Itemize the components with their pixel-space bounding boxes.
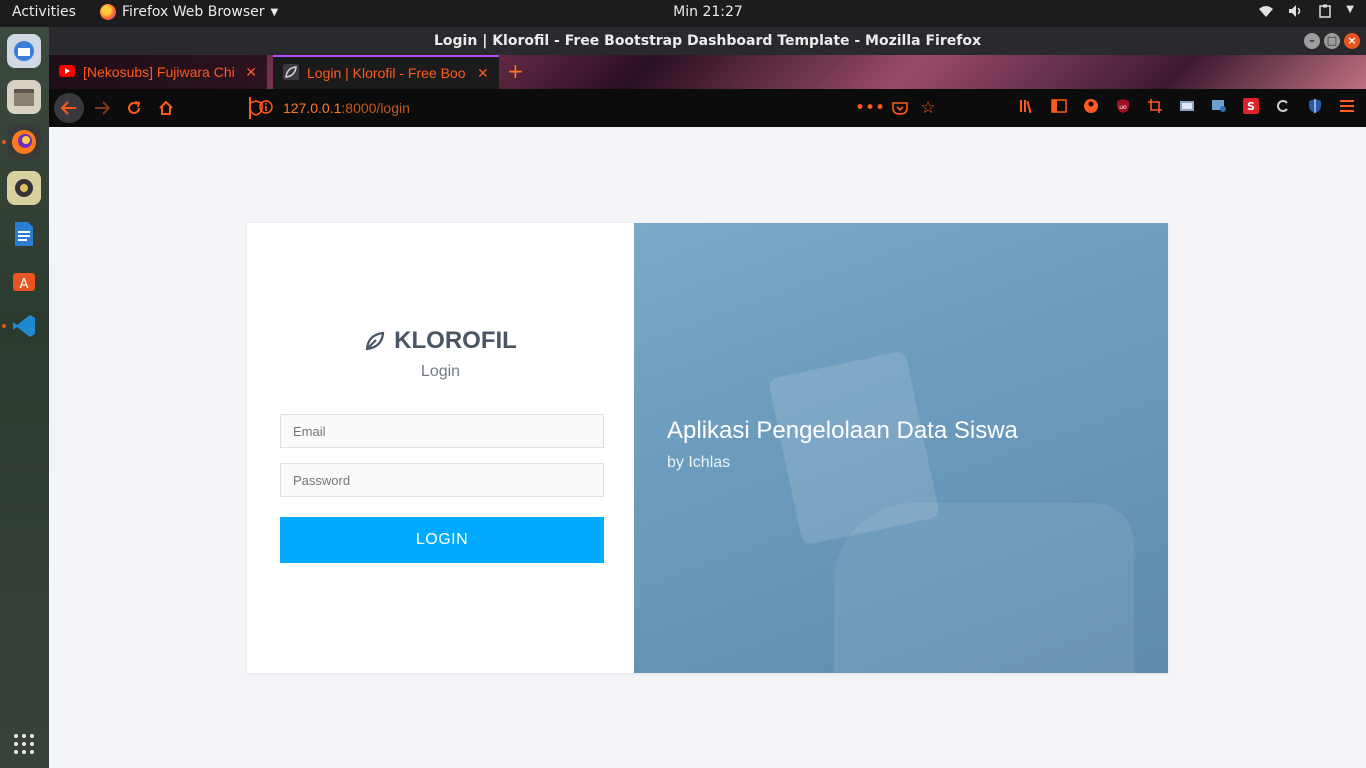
sidebar-icon[interactable] <box>1050 97 1068 115</box>
tab-title: Login | Klorofil - Free Boo <box>307 65 466 81</box>
site-info-icon[interactable] <box>259 99 273 117</box>
url-bar[interactable]: 127.0.0.1:8000/login <box>249 94 949 122</box>
svg-text:A: A <box>20 277 29 292</box>
hero-panel: Aplikasi Pengelolaan Data Siswa by Ichla… <box>634 223 1168 673</box>
background-photo-arm <box>834 503 1134 673</box>
ubuntu-dock: A <box>0 27 49 768</box>
arrow-left-icon <box>61 101 76 115</box>
url-path: :8000/login <box>341 100 410 116</box>
maximize-button[interactable]: □ <box>1324 33 1340 49</box>
active-indicator <box>2 324 6 328</box>
activities-button[interactable]: Activities <box>12 4 76 20</box>
password-field[interactable] <box>280 463 604 497</box>
login-card: KLOROFIL Login LOGIN Aplikasi Pengelolaa… <box>247 223 1168 673</box>
translate-icon[interactable] <box>1210 97 1228 115</box>
close-button[interactable]: × <box>1344 33 1360 49</box>
reload-button[interactable] <box>123 97 145 119</box>
new-tab-button[interactable]: + <box>507 61 524 81</box>
home-icon <box>159 100 173 115</box>
klorofil-leaf-icon <box>283 63 299 83</box>
show-applications-icon[interactable] <box>7 727 41 761</box>
hero-byline: by Ichlas <box>667 454 731 471</box>
hero-heading: Aplikasi Pengelolaan Data Siswa <box>667 417 1018 444</box>
refresh-extension-icon[interactable] <box>1274 97 1292 115</box>
system-tray[interactable]: ▼ <box>1258 4 1354 22</box>
window-title: Login | Klorofil - Free Bootstrap Dashbo… <box>434 33 981 49</box>
svg-text:uo: uo <box>1119 104 1127 111</box>
volume-icon[interactable] <box>1288 4 1304 22</box>
home-button[interactable] <box>155 97 177 119</box>
window-titlebar: Login | Klorofil - Free Bootstrap Dashbo… <box>49 27 1366 55</box>
svg-text:S: S <box>1247 100 1255 113</box>
login-button[interactable]: LOGIN <box>280 517 604 563</box>
youtube-icon <box>59 64 75 80</box>
url-divider <box>249 97 251 119</box>
gnome-top-bar: Activities Firefox Web Browser ▼ Min 21:… <box>0 0 1366 27</box>
chevron-down-icon[interactable]: ▼ <box>1346 4 1354 22</box>
leaf-icon <box>365 331 385 351</box>
files-icon[interactable] <box>7 80 41 114</box>
vscode-icon[interactable] <box>7 309 41 343</box>
library-icon[interactable] <box>1018 97 1036 115</box>
tab-youtube[interactable]: [Nekosubs] Fujiwara Chi ✕ <box>49 55 267 89</box>
hamburger-menu-icon[interactable] <box>1338 97 1356 115</box>
pocket-icon[interactable] <box>889 97 911 119</box>
tab-strip: [Nekosubs] Fujiwara Chi ✕ Login | Klorof… <box>49 55 1366 89</box>
brand-name: KLOROFIL <box>394 327 517 354</box>
s-extension-icon[interactable]: S <box>1242 97 1260 115</box>
firefox-icon[interactable] <box>7 125 41 159</box>
close-tab-icon[interactable]: ✕ <box>477 65 489 82</box>
login-panel: KLOROFIL Login LOGIN <box>247 223 634 673</box>
app-menu[interactable]: Firefox Web Browser ▼ <box>100 4 278 20</box>
ublock-icon[interactable]: uo <box>1114 97 1132 115</box>
navigation-toolbar: 127.0.0.1:8000/login ••• ☆ uo S <box>49 89 1366 127</box>
account-icon[interactable] <box>1082 97 1100 115</box>
extensions-toolbar: uo S <box>1018 97 1356 115</box>
forward-button[interactable] <box>91 97 113 119</box>
email-field[interactable] <box>280 414 604 448</box>
firefox-icon <box>100 4 116 20</box>
back-button[interactable] <box>54 93 84 123</box>
page-actions-icon[interactable]: ••• <box>855 97 885 119</box>
shield-extension-icon[interactable] <box>1306 97 1324 115</box>
thunderbird-icon[interactable] <box>7 34 41 68</box>
web-page: KLOROFIL Login LOGIN Aplikasi Pengelolaa… <box>49 127 1366 768</box>
firefox-window: Login | Klorofil - Free Bootstrap Dashbo… <box>49 27 1366 768</box>
clipboard-icon[interactable] <box>1318 4 1332 22</box>
arrow-right-icon <box>95 101 110 115</box>
tab-login[interactable]: Login | Klorofil - Free Boo ✕ <box>273 55 499 89</box>
url-host: 127.0.0.1 <box>283 100 342 116</box>
tab-title: [Nekosubs] Fujiwara Chi <box>83 64 235 80</box>
brand-logo: KLOROFIL <box>247 327 634 355</box>
rhythmbox-icon[interactable] <box>7 171 41 205</box>
app-menu-label: Firefox Web Browser <box>122 4 265 20</box>
close-tab-icon[interactable]: ✕ <box>245 64 257 81</box>
crop-icon[interactable] <box>1146 97 1164 115</box>
bookmark-star-icon[interactable]: ☆ <box>917 97 939 119</box>
writer-icon[interactable] <box>7 217 41 251</box>
minimize-button[interactable]: – <box>1304 33 1320 49</box>
software-center-icon[interactable]: A <box>7 263 41 297</box>
chevron-down-icon: ▼ <box>270 6 279 18</box>
clock[interactable]: Min 21:27 <box>673 4 743 20</box>
login-subtitle: Login <box>420 363 461 380</box>
screenshot-icon[interactable] <box>1178 97 1196 115</box>
wifi-icon[interactable] <box>1258 4 1274 22</box>
active-indicator <box>2 140 6 144</box>
reload-icon <box>128 101 141 114</box>
